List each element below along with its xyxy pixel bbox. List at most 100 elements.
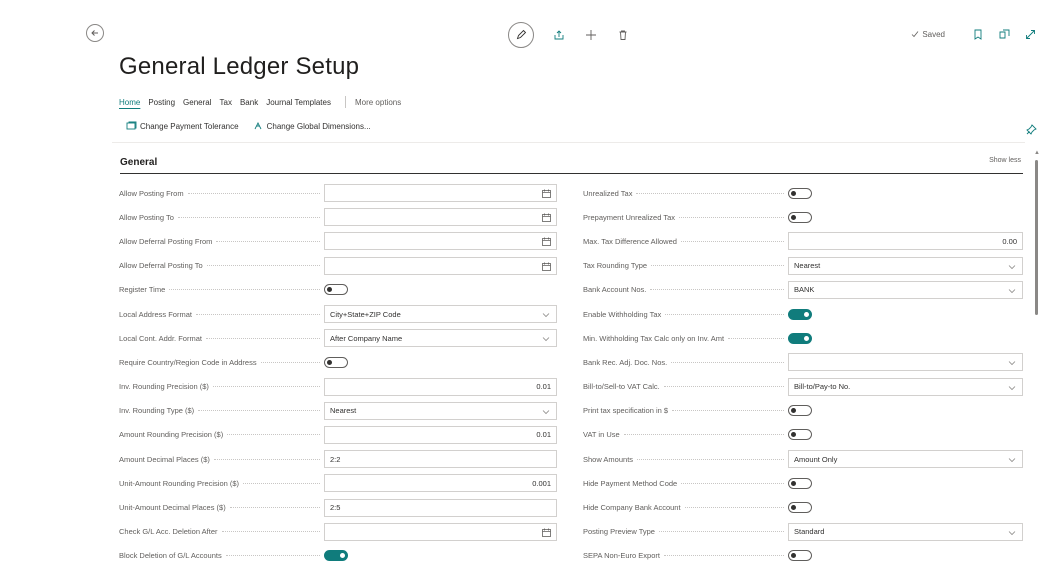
field-row-allow-deferral-posting-from: Allow Deferral Posting From [119,229,557,253]
chevron-down-icon[interactable] [1008,456,1016,465]
tax-rounding-type-select[interactable]: Nearest [788,256,1023,275]
hide-payment-method-code-toggle[interactable] [788,477,812,489]
max-tax-difference-allowed-input[interactable]: 0.00 [788,232,1023,251]
allow-deferral-posting-from-input[interactable] [324,232,557,251]
action-bank[interactable]: Bank [240,98,258,107]
chevron-down-icon[interactable] [1008,263,1016,272]
sepa-non-euro-export-toggle[interactable] [788,550,812,562]
field-control [788,502,1023,514]
field-control [324,550,557,562]
amount-decimal-places-input[interactable]: 2:2 [324,450,557,469]
field-row-allow-posting-from: Allow Posting From [119,181,557,205]
section-title[interactable]: General [120,157,157,168]
allow-posting-to-input[interactable] [324,208,557,227]
field-control [788,477,1023,489]
chevron-down-icon[interactable] [542,408,550,417]
calendar-icon[interactable] [542,237,551,248]
action-general[interactable]: General [183,98,211,107]
leader-dots [637,458,784,460]
min-withholding-tax-calc-only-on-inv-amt-toggle[interactable] [788,332,812,344]
require-country-region-code-in-address-toggle[interactable] [324,356,348,368]
field-label: Register Time [119,285,324,294]
scroll-up-icon[interactable]: ▲ [1034,150,1040,156]
local-address-format-select[interactable]: City+State+ZIP Code [324,305,557,324]
bill-to-sell-to-vat-calc-select[interactable]: Bill-to/Pay-to No. [788,377,1023,396]
scroll-thumb[interactable] [1035,160,1038,315]
action-journal-templates[interactable]: Journal Templates [266,98,331,107]
allow-deferral-posting-to-input[interactable] [324,256,557,275]
show-less-button[interactable]: Show less [989,157,1021,164]
chevron-down-icon[interactable] [1008,359,1016,368]
calendar-icon[interactable] [542,213,551,224]
local-cont-addr-format-select[interactable]: After Company Name [324,329,557,348]
prepayment-unrealized-tax-toggle[interactable] [788,211,812,223]
field-control: Bill-to/Pay-to No. [788,377,1023,396]
bank-rec-adj-doc-nos-select[interactable] [788,353,1023,372]
action-home[interactable]: Home [119,98,140,107]
scrollbar[interactable]: ▲ [1034,150,1040,575]
enable-withholding-tax-toggle[interactable] [788,308,812,320]
block-deletion-of-g-l-accounts-toggle[interactable] [324,550,348,562]
more-options-button[interactable]: More options [355,98,401,107]
change-payment-tolerance-button[interactable]: Change Payment Tolerance [126,121,239,131]
action-posting[interactable]: Posting [148,98,175,107]
saved-status: Saved [911,30,945,39]
field-row-show-amounts: Show Amounts Amount Only [583,447,1023,471]
share-icon [554,30,564,40]
leader-dots [681,482,784,484]
edit-button[interactable] [508,22,534,48]
chevron-down-icon[interactable] [1008,384,1016,393]
field-label: Prepayment Unrealized Tax [583,213,788,222]
bank-account-nos-select[interactable]: BANK [788,280,1023,299]
inv-rounding-type-select[interactable]: Nearest [324,401,557,420]
inv-rounding-precision-input[interactable]: 0.01 [324,377,557,396]
field-label-text: Enable Withholding Tax [583,309,662,319]
field-value: Nearest [794,261,821,271]
check-g-l-acc-deletion-after-input[interactable] [324,522,557,541]
field-label: Inv. Rounding Precision ($) [119,382,324,391]
share-button[interactable] [552,28,566,42]
register-time-toggle[interactable] [324,284,348,296]
calendar-icon[interactable] [542,262,551,273]
action-tax[interactable]: Tax [220,98,232,107]
change-global-dimensions-button[interactable]: Change Global Dimensions... [253,121,371,131]
print-tax-specification-in-toggle[interactable] [788,405,812,417]
open-new-window-button[interactable] [997,27,1011,41]
field-label: Unit-Amount Decimal Places ($) [119,503,324,512]
unit-amount-decimal-places-input[interactable]: 2:5 [324,498,557,517]
vat-in-use-toggle[interactable] [788,429,812,441]
chevron-down-icon[interactable] [542,311,550,320]
delete-button[interactable] [616,28,630,42]
field-control [788,429,1023,441]
calendar-icon[interactable] [542,189,551,200]
field-label: Min. Withholding Tax Calc only on Inv. A… [583,334,788,343]
field-label: Inv. Rounding Type ($) [119,406,324,415]
back-button[interactable] [86,24,104,42]
unrealized-tax-toggle[interactable] [788,187,812,199]
field-control [788,187,1023,199]
chevron-down-icon[interactable] [542,335,550,344]
toggle-knob [791,190,796,196]
hide-company-bank-account-toggle[interactable] [788,502,812,514]
field-row-hide-company-bank-account: Hide Company Bank Account [583,495,1023,519]
field-label: Bank Rec. Adj. Doc. Nos. [583,358,788,367]
open-in-new-window-icon [999,29,1009,38]
page-title: General Ledger Setup [119,53,360,80]
bookmark-button[interactable] [971,27,985,41]
allow-posting-from-input[interactable] [324,184,557,203]
chevron-down-icon[interactable] [1008,529,1016,538]
new-button[interactable] [584,28,598,42]
show-amounts-select[interactable]: Amount Only [788,450,1023,469]
leader-dots [212,386,320,388]
pin-button[interactable] [1026,122,1037,140]
expand-button[interactable] [1023,27,1037,41]
unit-amount-rounding-precision-input[interactable]: 0.001 [324,474,557,493]
field-label: Local Cont. Addr. Format [119,334,324,343]
amount-rounding-precision-input[interactable]: 0.01 [324,425,557,444]
field-row-sepa-export-w-o-bank-acc-data: SEPA Export w/o Bank Acc. Data [583,568,1023,575]
field-label-text: Print tax specification in $ [583,406,669,416]
calendar-icon[interactable] [542,528,551,539]
field-label-text: Allow Deferral Posting From [119,236,213,246]
chevron-down-icon[interactable] [1008,287,1016,296]
posting-preview-type-select[interactable]: Standard [788,522,1023,541]
